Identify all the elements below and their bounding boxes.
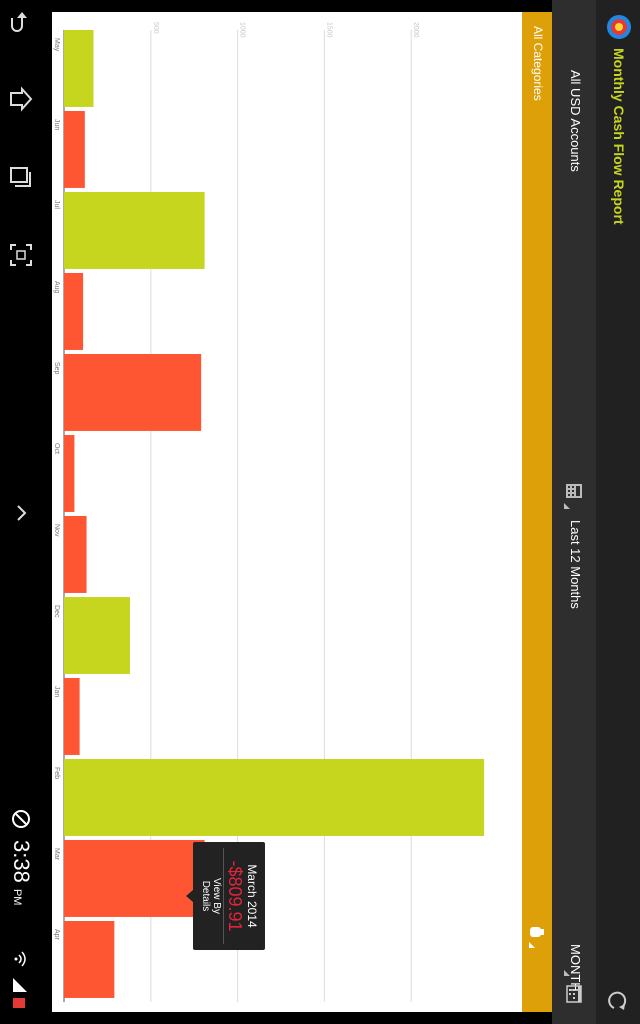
system-nav-bar: 3:38 PM bbox=[0, 0, 42, 1024]
bar-jan[interactable] bbox=[63, 678, 80, 755]
bar-tooltip[interactable]: March 2014 -$809.91 View By Details bbox=[193, 842, 265, 950]
bar-oct[interactable] bbox=[63, 435, 75, 512]
categories-dropdown[interactable]: All Categories bbox=[531, 26, 545, 101]
view-details-line1: View By bbox=[211, 878, 222, 914]
home-icon[interactable] bbox=[8, 86, 34, 112]
x-tick-label: May bbox=[53, 38, 60, 52]
page-title: Monthly Cash Flow Report bbox=[611, 48, 627, 225]
tooltip-divider bbox=[223, 848, 224, 944]
view-details-line2: Details bbox=[200, 880, 211, 912]
x-tick-label: Jan bbox=[53, 686, 60, 697]
x-tick-label: Nov bbox=[53, 524, 60, 537]
dropdown-indicator-icon bbox=[564, 970, 570, 976]
calculator-icon[interactable] bbox=[565, 482, 583, 500]
bar-mar[interactable] bbox=[64, 840, 205, 917]
chart-svg: 500 1000 1500 2000 May Jun Jul Aug Sep Oct Nov Dec J… bbox=[53, 22, 485, 1002]
bar-may[interactable] bbox=[63, 30, 94, 107]
x-tick-label: Jun bbox=[53, 119, 60, 130]
view-details-link[interactable]: View By Details bbox=[200, 842, 222, 950]
y-tick-label: 1000 bbox=[239, 22, 246, 38]
x-tick-label: Apr bbox=[53, 929, 60, 941]
x-tick-label: Feb bbox=[53, 767, 60, 779]
x-tick-label: Jul bbox=[53, 200, 60, 209]
wifi-icon bbox=[13, 951, 27, 1008]
calendar-icon[interactable] bbox=[566, 985, 584, 1003]
clock-ampm: PM bbox=[11, 888, 23, 906]
x-tick-label: Sep bbox=[53, 362, 60, 375]
bar-aug[interactable] bbox=[64, 273, 84, 350]
clock-time: 3:38 bbox=[9, 840, 34, 883]
cash-flow-chart: 500 1000 1500 2000 May Jun Jul Aug Sep Oct Nov Dec J… bbox=[52, 12, 522, 1012]
filter-bar: All USD Accounts Last 12 Months MONTH bbox=[552, 0, 596, 1024]
tooltip-month: March 2014 bbox=[245, 864, 259, 928]
categories-bar[interactable]: All Categories bbox=[522, 12, 552, 1012]
action-bar: Monthly Cash Flow Report bbox=[596, 0, 640, 1024]
recent-apps-icon[interactable] bbox=[8, 164, 34, 190]
bar-sep[interactable] bbox=[64, 354, 202, 431]
refresh-icon[interactable] bbox=[606, 990, 628, 1012]
chevron-up-icon[interactable] bbox=[8, 500, 34, 526]
x-tick-label: Aug bbox=[53, 281, 60, 294]
dropdown-indicator-icon bbox=[529, 942, 535, 948]
period-dropdown[interactable]: Last 12 Months bbox=[568, 520, 583, 609]
app-screen: Monthly Cash Flow Report All USD Account… bbox=[0, 0, 640, 1024]
bar-jun[interactable] bbox=[64, 111, 85, 188]
dropdown-indicator-icon bbox=[564, 503, 570, 509]
money-bag-icon[interactable] bbox=[529, 924, 545, 940]
y-tick-label: 500 bbox=[152, 22, 159, 34]
bar-apr[interactable] bbox=[63, 921, 115, 998]
app-logo-icon[interactable] bbox=[606, 14, 632, 40]
bar-dec[interactable] bbox=[63, 597, 130, 674]
bar-jul[interactable] bbox=[64, 192, 205, 269]
accounts-dropdown[interactable]: All USD Accounts bbox=[568, 70, 583, 172]
x-tick-label: Mar bbox=[53, 848, 60, 861]
x-tick-label: Dec bbox=[53, 605, 60, 618]
back-icon[interactable] bbox=[8, 8, 34, 34]
y-tick-label: 1500 bbox=[325, 22, 332, 38]
screenshot-icon[interactable] bbox=[8, 242, 34, 268]
no-sim-icon bbox=[12, 810, 30, 828]
bar-nov[interactable] bbox=[63, 516, 87, 593]
tooltip-value: -$809.91 bbox=[225, 860, 245, 932]
bar-feb[interactable] bbox=[64, 759, 485, 836]
y-tick-label: 2000 bbox=[412, 22, 419, 38]
status-clock: 3:38 PM bbox=[8, 840, 34, 905]
x-tick-label: Oct bbox=[53, 443, 60, 454]
